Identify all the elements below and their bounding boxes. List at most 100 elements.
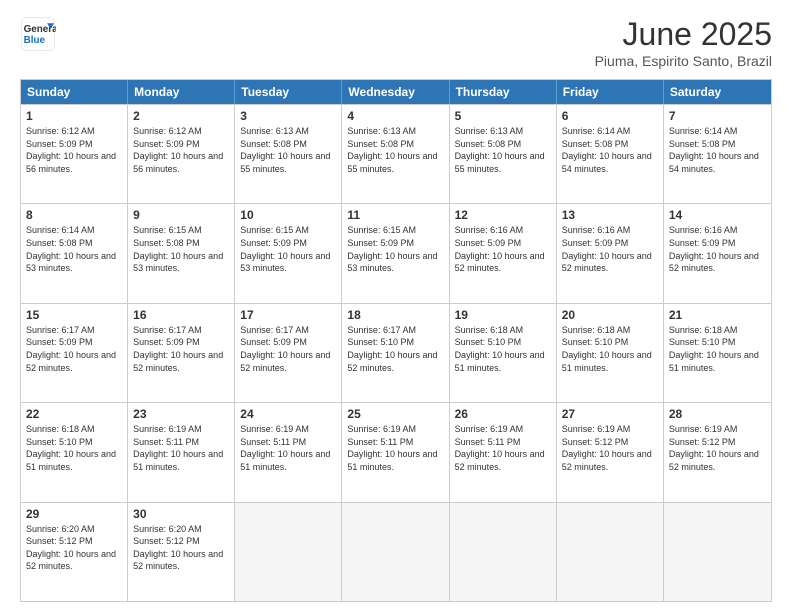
day-info: Sunrise: 6:17 AM Sunset: 5:09 PM Dayligh… (26, 324, 122, 374)
day-info: Sunrise: 6:18 AM Sunset: 5:10 PM Dayligh… (669, 324, 766, 374)
day-cell-23: 23 Sunrise: 6:19 AM Sunset: 5:11 PM Dayl… (128, 403, 235, 501)
calendar-header: Sunday Monday Tuesday Wednesday Thursday… (21, 80, 771, 104)
day-info: Sunrise: 6:14 AM Sunset: 5:08 PM Dayligh… (669, 125, 766, 175)
day-number: 23 (133, 407, 229, 421)
calendar-title: June 2025 (595, 16, 772, 53)
day-number: 15 (26, 308, 122, 322)
day-info: Sunrise: 6:15 AM Sunset: 5:09 PM Dayligh… (347, 224, 443, 274)
day-number: 17 (240, 308, 336, 322)
day-info: Sunrise: 6:13 AM Sunset: 5:08 PM Dayligh… (240, 125, 336, 175)
day-cell-11: 11 Sunrise: 6:15 AM Sunset: 5:09 PM Dayl… (342, 204, 449, 302)
day-cell-25: 25 Sunrise: 6:19 AM Sunset: 5:11 PM Dayl… (342, 403, 449, 501)
day-cell-10: 10 Sunrise: 6:15 AM Sunset: 5:09 PM Dayl… (235, 204, 342, 302)
day-number: 25 (347, 407, 443, 421)
day-cell-8: 8 Sunrise: 6:14 AM Sunset: 5:08 PM Dayli… (21, 204, 128, 302)
header-saturday: Saturday (664, 80, 771, 104)
day-number: 12 (455, 208, 551, 222)
day-cell-9: 9 Sunrise: 6:15 AM Sunset: 5:08 PM Dayli… (128, 204, 235, 302)
day-cell-4: 4 Sunrise: 6:13 AM Sunset: 5:08 PM Dayli… (342, 105, 449, 203)
calendar-week-3: 15 Sunrise: 6:17 AM Sunset: 5:09 PM Dayl… (21, 303, 771, 402)
header-tuesday: Tuesday (235, 80, 342, 104)
day-cell-2: 2 Sunrise: 6:12 AM Sunset: 5:09 PM Dayli… (128, 105, 235, 203)
day-number: 16 (133, 308, 229, 322)
day-number: 13 (562, 208, 658, 222)
day-cell-7: 7 Sunrise: 6:14 AM Sunset: 5:08 PM Dayli… (664, 105, 771, 203)
day-info: Sunrise: 6:17 AM Sunset: 5:09 PM Dayligh… (133, 324, 229, 374)
day-info: Sunrise: 6:18 AM Sunset: 5:10 PM Dayligh… (562, 324, 658, 374)
day-info: Sunrise: 6:19 AM Sunset: 5:12 PM Dayligh… (562, 423, 658, 473)
day-cell-22: 22 Sunrise: 6:18 AM Sunset: 5:10 PM Dayl… (21, 403, 128, 501)
empty-cell (557, 503, 664, 601)
day-cell-17: 17 Sunrise: 6:17 AM Sunset: 5:09 PM Dayl… (235, 304, 342, 402)
day-number: 27 (562, 407, 658, 421)
day-info: Sunrise: 6:19 AM Sunset: 5:11 PM Dayligh… (347, 423, 443, 473)
day-info: Sunrise: 6:14 AM Sunset: 5:08 PM Dayligh… (26, 224, 122, 274)
day-info: Sunrise: 6:13 AM Sunset: 5:08 PM Dayligh… (347, 125, 443, 175)
day-info: Sunrise: 6:20 AM Sunset: 5:12 PM Dayligh… (133, 523, 229, 573)
day-number: 11 (347, 208, 443, 222)
empty-cell (450, 503, 557, 601)
day-cell-1: 1 Sunrise: 6:12 AM Sunset: 5:09 PM Dayli… (21, 105, 128, 203)
day-info: Sunrise: 6:16 AM Sunset: 5:09 PM Dayligh… (455, 224, 551, 274)
day-cell-29: 29 Sunrise: 6:20 AM Sunset: 5:12 PM Dayl… (21, 503, 128, 601)
day-cell-6: 6 Sunrise: 6:14 AM Sunset: 5:08 PM Dayli… (557, 105, 664, 203)
day-number: 4 (347, 109, 443, 123)
header-sunday: Sunday (21, 80, 128, 104)
day-number: 2 (133, 109, 229, 123)
calendar-week-1: 1 Sunrise: 6:12 AM Sunset: 5:09 PM Dayli… (21, 104, 771, 203)
header-friday: Friday (557, 80, 664, 104)
day-info: Sunrise: 6:12 AM Sunset: 5:09 PM Dayligh… (133, 125, 229, 175)
day-cell-20: 20 Sunrise: 6:18 AM Sunset: 5:10 PM Dayl… (557, 304, 664, 402)
day-number: 24 (240, 407, 336, 421)
day-cell-26: 26 Sunrise: 6:19 AM Sunset: 5:11 PM Dayl… (450, 403, 557, 501)
day-number: 19 (455, 308, 551, 322)
calendar: Sunday Monday Tuesday Wednesday Thursday… (20, 79, 772, 602)
day-number: 5 (455, 109, 551, 123)
day-number: 9 (133, 208, 229, 222)
day-number: 30 (133, 507, 229, 521)
day-info: Sunrise: 6:16 AM Sunset: 5:09 PM Dayligh… (562, 224, 658, 274)
day-number: 7 (669, 109, 766, 123)
day-info: Sunrise: 6:19 AM Sunset: 5:11 PM Dayligh… (240, 423, 336, 473)
day-info: Sunrise: 6:19 AM Sunset: 5:11 PM Dayligh… (133, 423, 229, 473)
day-number: 22 (26, 407, 122, 421)
day-number: 6 (562, 109, 658, 123)
day-number: 3 (240, 109, 336, 123)
day-number: 29 (26, 507, 122, 521)
empty-cell (235, 503, 342, 601)
calendar-week-2: 8 Sunrise: 6:14 AM Sunset: 5:08 PM Dayli… (21, 203, 771, 302)
day-info: Sunrise: 6:15 AM Sunset: 5:09 PM Dayligh… (240, 224, 336, 274)
day-number: 20 (562, 308, 658, 322)
day-cell-14: 14 Sunrise: 6:16 AM Sunset: 5:09 PM Dayl… (664, 204, 771, 302)
day-number: 10 (240, 208, 336, 222)
day-cell-21: 21 Sunrise: 6:18 AM Sunset: 5:10 PM Dayl… (664, 304, 771, 402)
day-number: 14 (669, 208, 766, 222)
day-info: Sunrise: 6:20 AM Sunset: 5:12 PM Dayligh… (26, 523, 122, 573)
logo-icon: General Blue (20, 16, 56, 52)
day-cell-12: 12 Sunrise: 6:16 AM Sunset: 5:09 PM Dayl… (450, 204, 557, 302)
empty-cell (664, 503, 771, 601)
header-wednesday: Wednesday (342, 80, 449, 104)
day-info: Sunrise: 6:18 AM Sunset: 5:10 PM Dayligh… (455, 324, 551, 374)
day-info: Sunrise: 6:17 AM Sunset: 5:09 PM Dayligh… (240, 324, 336, 374)
day-number: 28 (669, 407, 766, 421)
day-number: 1 (26, 109, 122, 123)
logo: General Blue (20, 16, 56, 52)
header: General Blue June 2025 Piuma, Espirito S… (20, 16, 772, 69)
calendar-week-5: 29 Sunrise: 6:20 AM Sunset: 5:12 PM Dayl… (21, 502, 771, 601)
day-number: 26 (455, 407, 551, 421)
day-info: Sunrise: 6:18 AM Sunset: 5:10 PM Dayligh… (26, 423, 122, 473)
day-cell-19: 19 Sunrise: 6:18 AM Sunset: 5:10 PM Dayl… (450, 304, 557, 402)
empty-cell (342, 503, 449, 601)
day-info: Sunrise: 6:16 AM Sunset: 5:09 PM Dayligh… (669, 224, 766, 274)
header-monday: Monday (128, 80, 235, 104)
day-cell-16: 16 Sunrise: 6:17 AM Sunset: 5:09 PM Dayl… (128, 304, 235, 402)
day-info: Sunrise: 6:14 AM Sunset: 5:08 PM Dayligh… (562, 125, 658, 175)
day-info: Sunrise: 6:17 AM Sunset: 5:10 PM Dayligh… (347, 324, 443, 374)
day-cell-27: 27 Sunrise: 6:19 AM Sunset: 5:12 PM Dayl… (557, 403, 664, 501)
day-cell-18: 18 Sunrise: 6:17 AM Sunset: 5:10 PM Dayl… (342, 304, 449, 402)
calendar-week-4: 22 Sunrise: 6:18 AM Sunset: 5:10 PM Dayl… (21, 402, 771, 501)
header-thursday: Thursday (450, 80, 557, 104)
page: General Blue June 2025 Piuma, Espirito S… (0, 0, 792, 612)
day-number: 8 (26, 208, 122, 222)
